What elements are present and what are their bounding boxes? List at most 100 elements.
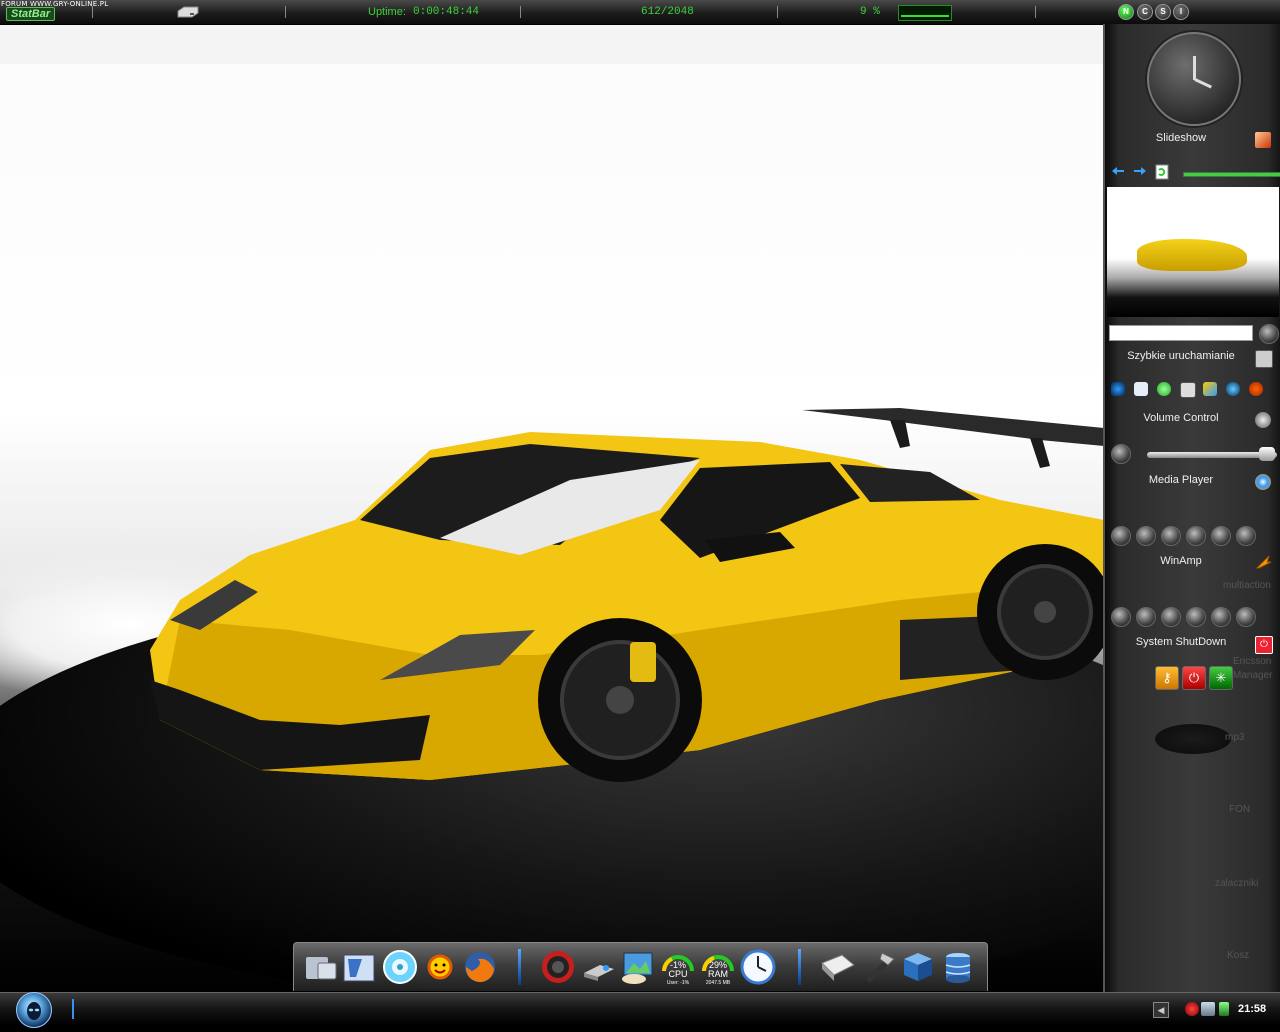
app-icon-3[interactable] bbox=[1157, 382, 1171, 396]
statbar-divider bbox=[520, 6, 521, 18]
volume-control-title: Volume Control bbox=[1143, 412, 1219, 424]
drive-icon[interactable] bbox=[176, 5, 200, 19]
app-icon-6[interactable] bbox=[1226, 382, 1240, 396]
dock-cd-icon[interactable] bbox=[382, 949, 418, 985]
next-arrow-icon[interactable] bbox=[1133, 166, 1147, 176]
tray-security-icon[interactable] bbox=[1185, 1002, 1199, 1016]
media-stop-button[interactable] bbox=[1186, 526, 1206, 546]
logoff-button[interactable]: ⚷ bbox=[1155, 666, 1179, 690]
shutdown-title: System ShutDown bbox=[1135, 636, 1227, 648]
refresh-icon[interactable] bbox=[1155, 164, 1169, 180]
desktop-label: Ericsson bbox=[1233, 656, 1272, 667]
media-player-title: Media Player bbox=[1148, 474, 1214, 486]
start-button[interactable] bbox=[16, 992, 52, 1028]
statbar-n-button[interactable]: N bbox=[1118, 4, 1134, 20]
quick-launch-title: Szybkie uruchamianie bbox=[1127, 350, 1235, 362]
winamp-play-button[interactable] bbox=[1136, 607, 1156, 627]
quick-launch-menu-icon[interactable] bbox=[1255, 350, 1273, 368]
dock-mail-icon[interactable] bbox=[820, 949, 856, 985]
desktop-label: multiaction bbox=[1223, 580, 1271, 591]
mute-button[interactable] bbox=[1111, 444, 1131, 464]
media-pause-button[interactable] bbox=[1161, 526, 1181, 546]
volume-icon[interactable] bbox=[1255, 412, 1271, 428]
dock-computer-icon[interactable] bbox=[302, 949, 338, 985]
media-player-icon[interactable] bbox=[1255, 474, 1271, 490]
volume-slider[interactable] bbox=[1147, 452, 1277, 458]
clock-hour-hand bbox=[1193, 56, 1196, 80]
cpu-gauge-sub: User: -1% bbox=[666, 980, 690, 986]
taskbar-separator bbox=[72, 999, 74, 1019]
winamp-next-button[interactable] bbox=[1211, 607, 1231, 627]
prev-arrow-icon[interactable] bbox=[1111, 166, 1125, 176]
tray-expand-button[interactable]: ◀ bbox=[1153, 1002, 1169, 1018]
alien-icon bbox=[27, 1002, 41, 1020]
desktop-label: Manager bbox=[1233, 670, 1273, 681]
dock-box-icon[interactable] bbox=[900, 949, 936, 985]
taskbar-clock[interactable]: 21:58 bbox=[1238, 1003, 1266, 1015]
statbar-divider bbox=[285, 6, 286, 18]
sidebar: Slideshow Szybkie uruchamianie Volume Co… bbox=[1103, 24, 1280, 992]
dock-explorer-icon[interactable] bbox=[342, 949, 378, 985]
slideshow-progress bbox=[1183, 172, 1280, 177]
winamp-pause-button[interactable] bbox=[1161, 607, 1181, 627]
app-icon-7[interactable] bbox=[1249, 382, 1263, 396]
winamp-icon[interactable] bbox=[1255, 554, 1271, 570]
wallpaper-car-image bbox=[150, 408, 1104, 782]
ram-gauge-sub: 2047.5 MB bbox=[705, 980, 731, 986]
dock-ram-gauge[interactable]: 29% RAM 2047.5 MB bbox=[700, 949, 736, 986]
media-next-button[interactable] bbox=[1211, 526, 1231, 546]
analog-clock bbox=[1147, 32, 1241, 126]
power-off-button[interactable]: ⏻ bbox=[1182, 666, 1206, 690]
app-icon-1[interactable] bbox=[1111, 382, 1125, 396]
tray-network-icon[interactable] bbox=[1201, 1002, 1215, 1016]
desktop-label: FON bbox=[1229, 804, 1251, 815]
media-play-button[interactable] bbox=[1136, 526, 1156, 546]
slideshow-thumbnail[interactable] bbox=[1107, 187, 1279, 317]
restart-button[interactable]: ✳ bbox=[1209, 666, 1233, 690]
uptime-value: 0:00:48:44 bbox=[413, 6, 480, 18]
dock-firefox-icon[interactable] bbox=[462, 949, 498, 985]
dock-database-icon[interactable] bbox=[940, 949, 976, 985]
app-icon-2[interactable] bbox=[1134, 382, 1148, 396]
dock-cpu-gauge[interactable]: -1% CPU User: -1% bbox=[660, 949, 696, 986]
dock-clock-icon[interactable] bbox=[740, 949, 776, 985]
tray-battery-icon[interactable] bbox=[1219, 1002, 1229, 1016]
dock-tools-icon[interactable] bbox=[860, 949, 896, 985]
clock-minute-hand bbox=[1194, 78, 1212, 89]
shutdown-icon[interactable]: ⏻ bbox=[1255, 636, 1273, 654]
wallpaper-top-band bbox=[0, 24, 1104, 64]
statbar: FORUM WWW.GRY-ONLINE.PL StatBar Uptime: … bbox=[0, 0, 1280, 25]
dock-tool-icon[interactable] bbox=[580, 949, 616, 985]
cpu-graph bbox=[898, 5, 952, 21]
media-prev-button[interactable] bbox=[1111, 526, 1131, 546]
statbar-c-button[interactable]: C bbox=[1137, 4, 1153, 20]
volume-slider-knob[interactable] bbox=[1259, 447, 1275, 461]
dock-separator bbox=[518, 949, 521, 985]
app-icon-4[interactable] bbox=[1180, 382, 1196, 398]
statbar-divider bbox=[777, 6, 778, 18]
quick-launch-go-button[interactable] bbox=[1259, 324, 1279, 344]
dock: -1% CPU User: -1% 29% RAM 2047.5 MB bbox=[293, 942, 988, 991]
dock-sun-icon[interactable] bbox=[422, 949, 458, 985]
quick-launch-input[interactable] bbox=[1109, 325, 1253, 341]
dock-record-icon[interactable] bbox=[540, 949, 576, 985]
statbar-s-button[interactable]: S bbox=[1155, 4, 1171, 20]
slideshow-icon[interactable] bbox=[1255, 132, 1271, 148]
taskbar: ◀ 21:58 bbox=[0, 992, 1280, 1028]
uptime-label: Uptime: bbox=[368, 6, 406, 18]
media-eject-button[interactable] bbox=[1236, 526, 1256, 546]
winamp-title: WinAmp bbox=[1160, 555, 1202, 567]
winamp-stop-button[interactable] bbox=[1186, 607, 1206, 627]
memory-usage: 612/2048 bbox=[641, 6, 694, 18]
desktop-label: mp3 bbox=[1225, 732, 1245, 743]
winamp-prev-button[interactable] bbox=[1111, 607, 1131, 627]
dock-paint-icon[interactable] bbox=[620, 949, 656, 985]
desktop-label: zalaczniki bbox=[1215, 878, 1259, 889]
app-icon-5[interactable] bbox=[1203, 382, 1217, 396]
statbar-divider bbox=[92, 6, 93, 18]
slideshow-title: Slideshow bbox=[1155, 132, 1207, 144]
statbar-logo[interactable]: StatBar bbox=[6, 7, 56, 21]
statbar-i-button[interactable]: I bbox=[1173, 4, 1189, 20]
winamp-eject-button[interactable] bbox=[1236, 607, 1256, 627]
cpu-percent: 9 % bbox=[860, 6, 880, 18]
